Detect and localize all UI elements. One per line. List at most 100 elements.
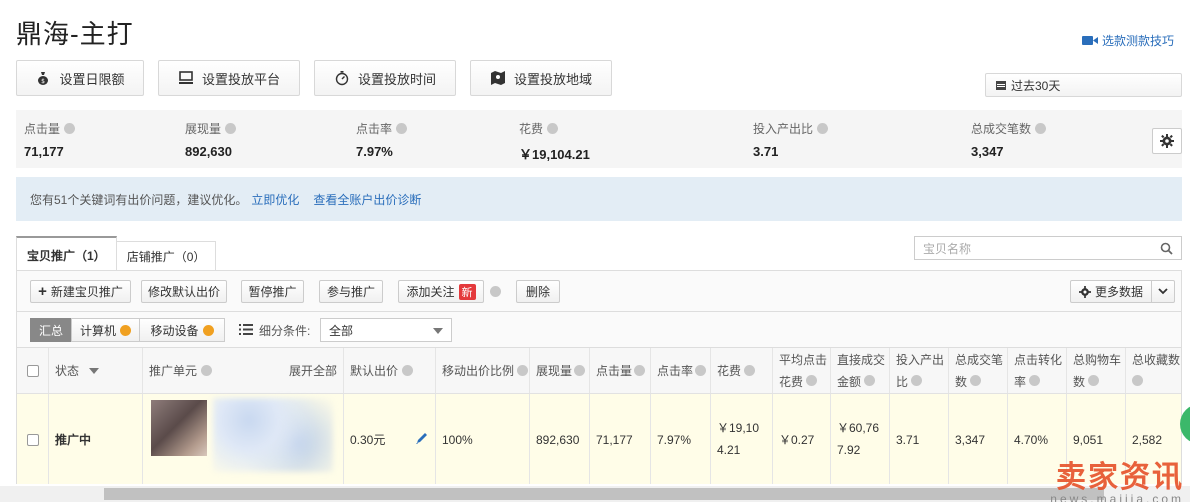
segment-label: 细分条件:: [259, 324, 311, 338]
cvr-header[interactable]: 点击转化率: [1008, 348, 1067, 393]
promotion-table: 状态 推广单元 展开全部 默认出价 移动出价比例 展现量 点击量 点击率 花费 …: [16, 348, 1182, 484]
help-icon[interactable]: [634, 365, 646, 376]
impressions-header[interactable]: 展现量: [530, 348, 590, 393]
date-range-button[interactable]: 过去30天: [985, 73, 1182, 97]
help-icon[interactable]: [806, 375, 818, 386]
expand-all-link[interactable]: 展开全部: [289, 360, 337, 382]
row-default-bid: 0.30元: [344, 394, 436, 484]
help-icon[interactable]: [574, 365, 586, 376]
new-badge: 新: [458, 283, 476, 300]
watermark: 卖家资讯 news.maijia.com: [1050, 461, 1184, 502]
row-checkbox[interactable]: [27, 434, 39, 446]
select-all-checkbox[interactable]: [27, 364, 39, 377]
tip-link[interactable]: 选款测款技巧: [1081, 32, 1174, 49]
sort-caret-icon: [89, 367, 100, 374]
more-data-button[interactable]: 更多数据: [1070, 280, 1152, 303]
product-thumbnail[interactable]: [151, 400, 207, 456]
select-all-cell: [17, 348, 49, 393]
campaign-page: 鼎海-主打 选款测款技巧 $ 设置日限额 设置投放平台 设置投放时间 设置投放地…: [0, 0, 1190, 502]
status-header[interactable]: 状态: [49, 348, 143, 393]
video-camera-icon: [1081, 36, 1098, 45]
help-icon[interactable]: [201, 365, 213, 376]
tab-shop-promotion[interactable]: 店铺推广（0）: [115, 241, 217, 271]
calendar-icon: [996, 81, 1006, 90]
help-icon[interactable]: [970, 375, 982, 386]
stats-settings-button[interactable]: [1152, 128, 1182, 154]
stats-summary-bar: 点击量 71,177 展现量 892,630 点击率 7.97% 花费 ￥19,…: [16, 110, 1182, 168]
help-icon[interactable]: [911, 375, 923, 386]
row-avg-cpc: ￥0.27: [773, 394, 831, 484]
help-icon[interactable]: [517, 365, 529, 376]
add-follow-button[interactable]: 添加关注 新: [398, 280, 484, 303]
row-impressions: 892,630: [530, 394, 590, 484]
row-unit[interactable]: [143, 394, 344, 484]
gear-icon: [1078, 285, 1091, 298]
filter-summary[interactable]: 汇总: [30, 318, 72, 342]
bid-diagnosis-link[interactable]: 查看全账户出价诊断: [313, 191, 421, 208]
page-title: 鼎海-主打: [16, 19, 134, 49]
cart-header[interactable]: 总购物车数: [1067, 348, 1126, 393]
delete-button[interactable]: 删除: [516, 280, 560, 303]
search-icon[interactable]: [1160, 242, 1173, 255]
stat-impressions: 展现量 892,630: [177, 110, 348, 168]
default-bid-header: 默认出价: [344, 348, 436, 393]
help-icon[interactable]: [1132, 375, 1143, 386]
ctr-header[interactable]: 点击率: [651, 348, 711, 393]
help-icon[interactable]: [490, 286, 501, 297]
help-icon[interactable]: [695, 365, 707, 376]
row-ctr: 7.97%: [651, 394, 711, 484]
stat-orders: 总成交笔数 3,347: [963, 110, 1143, 168]
row-select-cell: [17, 394, 49, 484]
modify-default-bid-button[interactable]: 修改默认出价: [141, 280, 227, 303]
direct-gmv-header[interactable]: 直接成交 金额: [831, 348, 890, 393]
help-icon[interactable]: [396, 123, 408, 134]
help-icon[interactable]: [1088, 375, 1100, 386]
help-icon[interactable]: [547, 123, 559, 134]
unit-header: 推广单元 展开全部: [143, 348, 344, 393]
mobile-ratio-header: 移动出价比例: [436, 348, 530, 393]
more-data-dropdown[interactable]: [1151, 280, 1175, 303]
set-daily-limit-button[interactable]: $ 设置日限额: [16, 60, 144, 96]
roi-header[interactable]: 投入产出比: [890, 348, 949, 393]
join-promotion-button[interactable]: 参与推广: [319, 280, 383, 303]
plus-icon: +: [38, 283, 47, 300]
help-icon[interactable]: [1029, 375, 1041, 386]
stat-roi: 投入产出比 3.71: [745, 110, 963, 168]
filter-mobile[interactable]: 移动设备: [139, 318, 225, 342]
caret-down-icon: [433, 328, 443, 334]
row-status: 推广中: [49, 394, 143, 484]
help-icon[interactable]: [225, 123, 237, 134]
clicks-header[interactable]: 点击量: [590, 348, 651, 393]
optimize-now-link[interactable]: 立即优化: [251, 191, 299, 208]
help-icon[interactable]: [864, 375, 876, 386]
edit-pencil-icon[interactable]: [415, 431, 429, 445]
set-schedule-button[interactable]: 设置投放时间: [314, 60, 456, 96]
orders-header[interactable]: 总成交笔数: [949, 348, 1008, 393]
help-icon[interactable]: [744, 365, 756, 376]
promotion-tabs: 宝贝推广（1） 店铺推广（0）: [16, 236, 217, 272]
fav-header[interactable]: 总收藏数: [1126, 348, 1181, 393]
table-header-row: 状态 推广单元 展开全部 默认出价 移动出价比例 展现量 点击量 点击率 花费 …: [17, 348, 1181, 394]
horizontal-scrollbar[interactable]: [0, 486, 1190, 502]
search-input[interactable]: 宝贝名称: [914, 236, 1182, 260]
scrollbar-thumb[interactable]: [104, 488, 1104, 500]
filter-computer[interactable]: 计算机: [71, 318, 140, 342]
device-filter-bar: 汇总 计算机 移动设备 细分条件: 全部: [16, 312, 1182, 348]
set-region-button[interactable]: 设置投放地域: [470, 60, 612, 96]
help-icon[interactable]: [402, 365, 414, 376]
chevron-down-icon: [1158, 288, 1168, 295]
help-icon[interactable]: [64, 123, 76, 134]
new-item-promotion-button[interactable]: + 新建宝贝推广: [30, 280, 131, 303]
avg-cpc-header[interactable]: 平均点击 花费: [773, 348, 831, 393]
svg-text:$: $: [42, 78, 46, 85]
tab-item-promotion[interactable]: 宝贝推广（1）: [16, 236, 117, 272]
set-platform-button[interactable]: 设置投放平台: [158, 60, 300, 96]
row-cost: ￥19,10 4.21: [711, 394, 773, 484]
help-icon[interactable]: [1035, 123, 1047, 134]
segment-select[interactable]: 全部: [320, 318, 452, 342]
cost-header[interactable]: 花费: [711, 348, 773, 393]
pause-promotion-button[interactable]: 暂停推广: [241, 280, 304, 303]
notice-text: 您有51个关键词有出价问题，建议优化。: [30, 192, 248, 207]
help-icon[interactable]: [817, 123, 829, 134]
row-clicks: 71,177: [590, 394, 651, 484]
